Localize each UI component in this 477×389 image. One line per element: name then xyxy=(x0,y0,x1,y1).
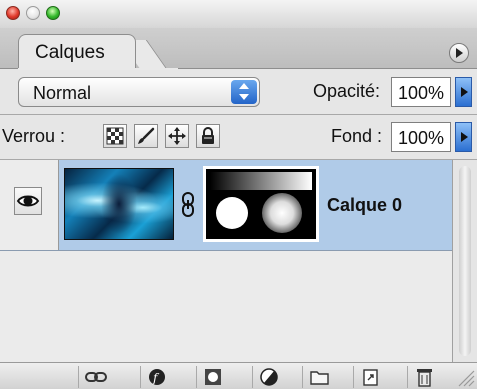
opacity-input[interactable]: 100% xyxy=(391,77,451,107)
zoom-button[interactable] xyxy=(46,6,60,20)
blend-mode-select[interactable]: Normal xyxy=(18,77,260,107)
tab-calques[interactable]: Calques xyxy=(18,34,136,69)
mask-circle-hard xyxy=(216,197,248,229)
layer-style-button[interactable]: f xyxy=(140,366,172,388)
layer-style-icon: f xyxy=(149,369,165,385)
link-layers-icon xyxy=(85,372,107,382)
tab-join xyxy=(18,68,178,70)
transparency-grid-icon xyxy=(106,127,124,145)
resize-grip-icon[interactable] xyxy=(455,367,475,387)
fill-input[interactable]: 100% xyxy=(391,122,451,152)
layer-thumbnail[interactable] xyxy=(64,168,174,240)
updown-arrows-icon xyxy=(231,80,257,104)
lock-pixels-button[interactable] xyxy=(134,124,158,148)
title-bar xyxy=(0,0,477,29)
move-arrows-icon xyxy=(168,127,186,145)
lock-position-button[interactable] xyxy=(165,124,189,148)
layer-name[interactable]: Calque 0 xyxy=(327,195,402,216)
mask-circle-soft xyxy=(262,193,302,233)
lock-label: Verrou : xyxy=(2,126,66,146)
mask-preview xyxy=(206,169,316,239)
panel-menu-button[interactable] xyxy=(449,43,469,63)
layers-toolbar: f xyxy=(0,362,477,389)
scrollbar[interactable] xyxy=(452,160,477,362)
opacity-slider-button[interactable] xyxy=(455,77,472,107)
minimize-button[interactable] xyxy=(26,6,40,20)
brush-icon xyxy=(138,127,155,144)
new-group-button[interactable] xyxy=(302,366,334,388)
close-button[interactable] xyxy=(6,6,20,20)
delete-layer-button[interactable] xyxy=(407,366,439,388)
trash-icon xyxy=(417,369,432,387)
lock-transparency-button[interactable] xyxy=(103,124,127,148)
fill-label: Fond : xyxy=(331,126,383,146)
layers-panel: Calques Normal Opacité: 100% Verrou : Fo… xyxy=(0,0,477,389)
blend-mode-value: Normal xyxy=(33,83,92,103)
tab-bar: Calques xyxy=(0,28,477,70)
new-group-icon xyxy=(310,371,329,385)
divider xyxy=(0,114,477,115)
layers-list: Calque 0 xyxy=(0,160,452,362)
layer-row[interactable]: Calque 0 xyxy=(0,160,452,251)
lock-icon xyxy=(202,127,214,144)
layer-mask-thumbnail[interactable] xyxy=(203,166,319,242)
link-layers-button[interactable] xyxy=(78,366,110,388)
add-mask-button[interactable] xyxy=(196,366,228,388)
lock-all-button[interactable] xyxy=(196,124,220,148)
new-layer-icon xyxy=(363,369,378,386)
fill-slider-button[interactable] xyxy=(455,122,472,152)
visibility-cell xyxy=(0,160,59,250)
visibility-toggle[interactable] xyxy=(14,187,42,215)
adjustment-layer-icon xyxy=(260,368,278,386)
eye-icon xyxy=(16,195,40,207)
adjustment-layer-button[interactable] xyxy=(252,366,284,388)
opacity-label: Opacité: xyxy=(313,81,381,101)
mask-gradient xyxy=(210,172,312,190)
new-layer-button[interactable] xyxy=(353,366,385,388)
add-mask-icon xyxy=(205,369,221,385)
mask-link-icon[interactable] xyxy=(180,192,196,218)
scroll-track[interactable] xyxy=(459,166,471,356)
